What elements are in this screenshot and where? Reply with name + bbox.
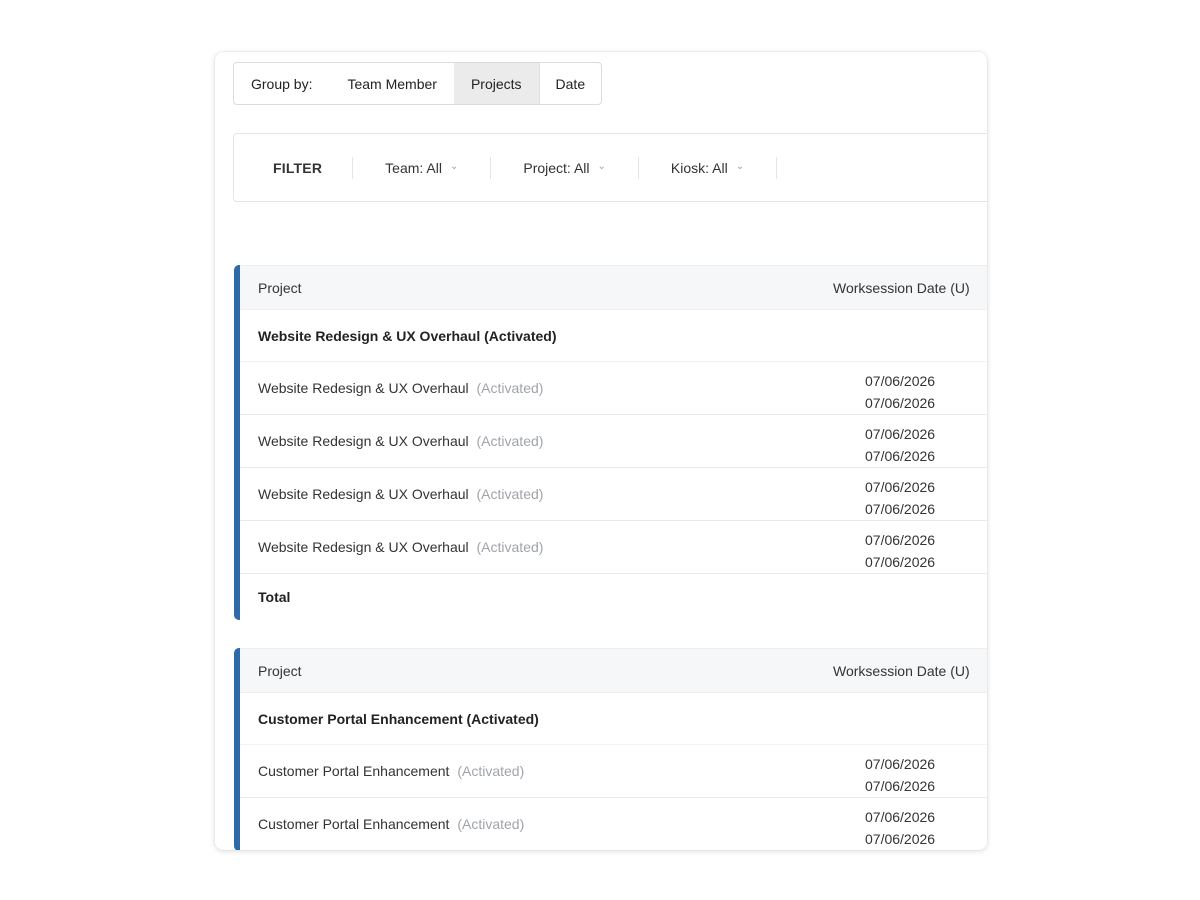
row-dates: 07/06/2026 07/06/2026 [865, 529, 935, 573]
team-filter-label: Team: All [385, 159, 442, 176]
group-by-date[interactable]: Date [538, 63, 602, 104]
worksession-end-date: 07/06/2026 [865, 831, 936, 847]
filter-divider [776, 156, 778, 179]
group-title: Website Redesign & UX Overhaul (Activate… [240, 310, 987, 362]
filter-title: FILTER [273, 159, 323, 176]
project-name: Customer Portal Enhancement [258, 816, 450, 832]
worksession-start-date: 07/06/2026 [865, 532, 936, 548]
group-by-selector: Group by: Team Member Projects Date [233, 62, 603, 105]
table-header: Project Worksession Date (U) [240, 648, 987, 693]
kiosk-filter-label: Kiosk: All [670, 159, 728, 176]
group-title: Customer Portal Enhancement (Activated) [240, 693, 987, 745]
row-dates: 07/06/2026 07/06/2026 [865, 423, 935, 467]
project-name: Customer Portal Enhancement [258, 763, 450, 779]
table-row[interactable]: Website Redesign & UX Overhaul (Activate… [240, 415, 987, 468]
row-project-name: Customer Portal Enhancement (Activated) [240, 816, 524, 832]
row-dates: 07/06/2026 07/06/2026 [865, 753, 935, 797]
project-name: Website Redesign & UX Overhaul [258, 539, 469, 555]
table-row[interactable]: Website Redesign & UX Overhaul (Activate… [240, 468, 987, 521]
project-status: (Activated) [476, 486, 544, 502]
row-project-name: Website Redesign & UX Overhaul (Activate… [240, 486, 543, 502]
group-by-projects[interactable]: Projects [453, 63, 539, 104]
worksession-end-date: 07/06/2026 [865, 554, 936, 570]
table-header: Project Worksession Date (U) [240, 265, 987, 310]
worksession-end-date: 07/06/2026 [865, 778, 936, 794]
project-group-section: Project Worksession Date (U) Customer Po… [234, 648, 987, 850]
row-project-name: Website Redesign & UX Overhaul (Activate… [240, 539, 543, 555]
row-dates: 07/06/2026 07/06/2026 [865, 370, 935, 414]
chevron-down-icon: ⌄ [449, 161, 459, 172]
project-group-section: Project Worksession Date (U) Website Red… [234, 265, 987, 620]
table-row[interactable]: Website Redesign & UX Overhaul (Activate… [240, 362, 987, 415]
project-filter-label: Project: All [523, 159, 590, 176]
table-row[interactable]: Website Redesign & UX Overhaul (Activate… [240, 521, 987, 574]
team-filter-dropdown[interactable]: Team: All ⌄ [353, 160, 490, 176]
project-name: Website Redesign & UX Overhaul [258, 433, 469, 449]
column-header-project[interactable]: Project [240, 280, 302, 296]
worksession-start-date: 07/06/2026 [865, 479, 936, 495]
project-status: (Activated) [457, 763, 525, 779]
project-status: (Activated) [476, 433, 544, 449]
report-card: Group by: Team Member Projects Date FILT… [215, 52, 987, 850]
group-by-label: Group by: [251, 75, 313, 92]
row-dates: 07/06/2026 07/06/2026 [865, 806, 935, 850]
worksession-end-date: 07/06/2026 [865, 501, 936, 517]
worksession-end-date: 07/06/2026 [865, 448, 936, 464]
chevron-down-icon: ⌄ [735, 161, 745, 172]
worksession-start-date: 07/06/2026 [865, 373, 936, 389]
project-name: Website Redesign & UX Overhaul [258, 486, 469, 502]
chevron-down-icon: ⌄ [597, 161, 606, 172]
row-project-name: Customer Portal Enhancement (Activated) [240, 763, 524, 779]
worksession-end-date: 07/06/2026 [865, 395, 936, 411]
filter-bar: FILTER Team: All ⌄ Project: All ⌄ Kiosk:… [233, 133, 987, 202]
project-status: (Activated) [476, 380, 544, 396]
table-row[interactable]: Customer Portal Enhancement (Activated) … [240, 745, 987, 798]
worksession-start-date: 07/06/2026 [865, 426, 936, 442]
kiosk-filter-dropdown[interactable]: Kiosk: All ⌄ [639, 160, 776, 176]
project-name: Website Redesign & UX Overhaul [258, 380, 469, 396]
worksession-start-date: 07/06/2026 [865, 809, 936, 825]
row-project-name: Website Redesign & UX Overhaul (Activate… [240, 380, 543, 396]
total-row: Total [258, 589, 291, 605]
worksession-start-date: 07/06/2026 [865, 756, 936, 772]
table-row[interactable]: Customer Portal Enhancement (Activated) … [240, 798, 987, 850]
project-status: (Activated) [476, 539, 544, 555]
column-header-project[interactable]: Project [240, 663, 302, 679]
row-project-name: Website Redesign & UX Overhaul (Activate… [240, 433, 543, 449]
column-header-worksession-date[interactable]: Worksession Date (U) [833, 280, 970, 296]
project-status: (Activated) [457, 816, 525, 832]
column-header-worksession-date[interactable]: Worksession Date (U) [833, 663, 970, 679]
group-by-team-member[interactable]: Team Member [330, 63, 453, 104]
row-dates: 07/06/2026 07/06/2026 [865, 476, 935, 520]
project-filter-dropdown[interactable]: Project: All ⌄ [491, 160, 638, 176]
